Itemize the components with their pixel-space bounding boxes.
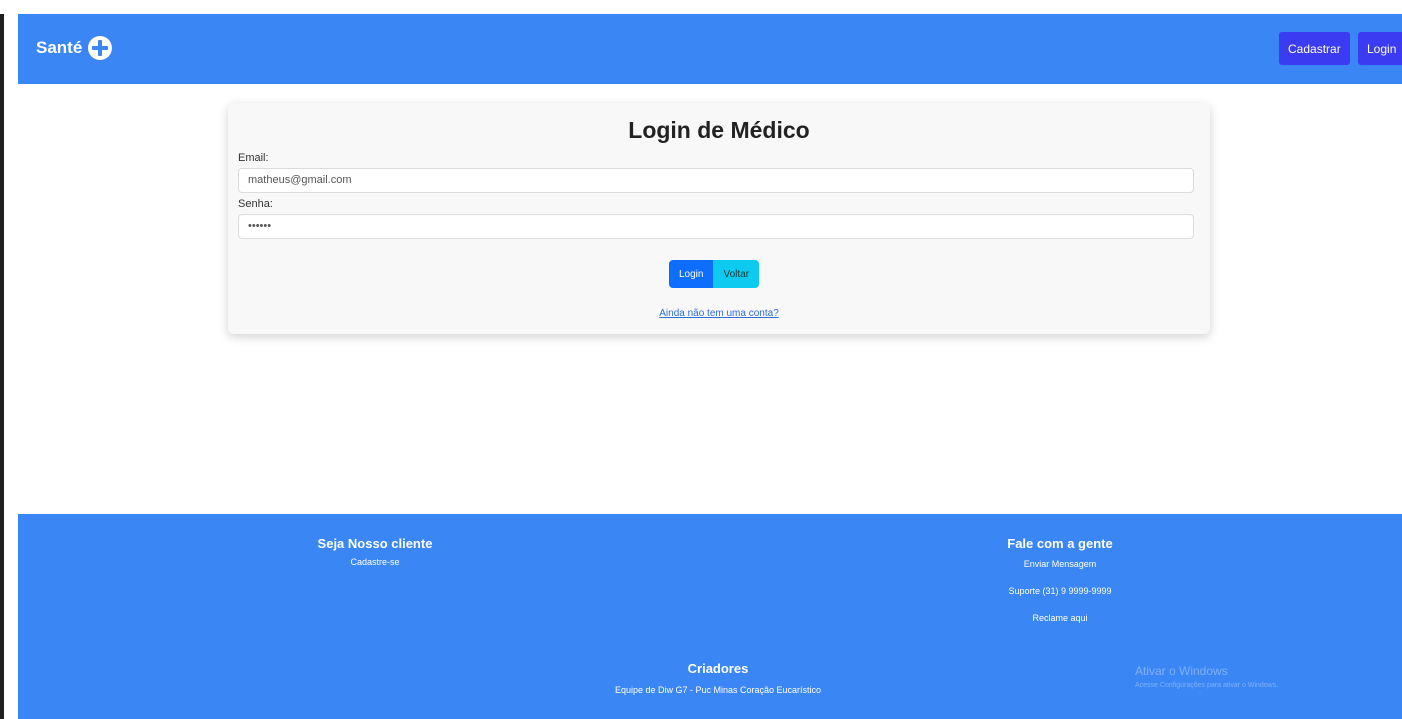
windows-activation-watermark: Ativar o Windows Acesse Configurações pa… — [1135, 664, 1278, 689]
page-title: Login de Médico — [628, 117, 810, 143]
navbar: Santé Cadastrar Login — [18, 14, 1402, 84]
footer-signup-link[interactable]: Cadastre-se — [295, 557, 455, 567]
watermark-subtitle: Acesse Configurações para ativar o Windo… — [1135, 682, 1279, 689]
login-nav-button[interactable]: Login — [1358, 32, 1402, 65]
signup-link[interactable]: Ainda não tem uma conta? — [228, 308, 1210, 319]
email-label: Email: — [238, 152, 269, 164]
brand-logo[interactable]: Santé — [36, 36, 113, 60]
footer-client-section: Seja Nosso cliente Cadastre-se — [295, 536, 455, 567]
register-button[interactable]: Cadastrar — [1279, 32, 1350, 65]
footer-client-heading: Seja Nosso cliente — [317, 536, 433, 551]
login-card: Login de Médico Email: matheus@gmail.com… — [228, 103, 1210, 334]
watermark-title: Ativar o Windows — [1135, 664, 1228, 678]
email-field[interactable]: matheus@gmail.com — [238, 168, 1194, 193]
back-button[interactable]: Voltar — [713, 260, 760, 288]
login-button[interactable]: Login — [669, 260, 714, 288]
password-field[interactable]: •••••• — [238, 214, 1194, 239]
footer-contact-heading: Fale com a gente — [1007, 536, 1113, 551]
plus-circle-icon — [88, 36, 113, 60]
footer-support-link[interactable]: Suporte (31) 9 9999-9999 — [980, 586, 1140, 596]
footer: Seja Nosso cliente Cadastre-se Fale com … — [18, 514, 1402, 719]
top-strip — [0, 0, 1402, 14]
brand-name: Santé — [36, 38, 83, 57]
window-edge — [0, 0, 4, 719]
footer-send-message-link[interactable]: Enviar Mensagem — [980, 559, 1140, 569]
password-label: Senha: — [238, 198, 273, 210]
footer-complain-link[interactable]: Reclame aqui — [980, 613, 1140, 623]
button-group: Login Voltar — [669, 260, 760, 288]
footer-creators-section: Criadores Equipe de Diw G7 - Puc Minas C… — [518, 661, 918, 695]
footer-creators-text: Equipe de Diw G7 - Puc Minas Coração Euc… — [614, 685, 822, 695]
footer-creators-heading: Criadores — [687, 661, 749, 676]
footer-contact-section: Fale com a gente Enviar Mensagem Suporte… — [980, 536, 1140, 623]
